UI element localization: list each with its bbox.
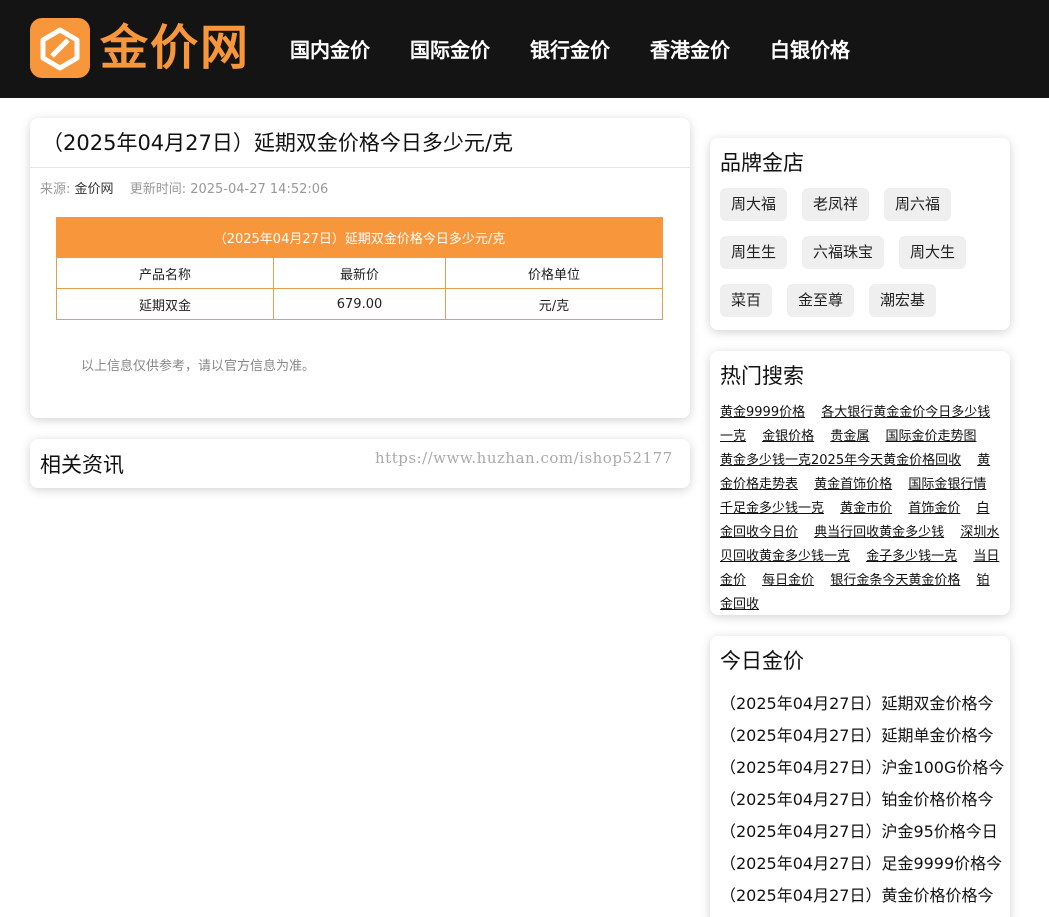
today-price-title: 今日金价	[720, 649, 804, 673]
nav-international-gold[interactable]: 国际金价	[410, 30, 490, 70]
list-item[interactable]: （2025年04月27日）延期单金价格今	[720, 720, 1005, 752]
list-item[interactable]: （2025年04月27日）足金9999价格今	[720, 848, 1005, 880]
source-value: 金价网	[74, 182, 114, 197]
site-logo-text[interactable]: 金价网	[100, 16, 250, 80]
hot-search-links: 黄金9999价格 各大银行黄金金价今日多少钱一克 金银价格 贵金属 国际金价走势…	[720, 401, 1000, 617]
nav-bank-gold[interactable]: 银行金价	[530, 30, 610, 70]
brand-tag[interactable]: 菜百	[720, 284, 773, 317]
site-header: 金价网 国内金价 国际金价 银行金价 香港金价 白银价格	[0, 0, 1049, 98]
disclaimer-text: 以上信息仅供参考，请以官方信息为准。	[81, 359, 316, 374]
source-label: 来源:	[40, 182, 71, 197]
list-item[interactable]: （2025年04月27日）延期双金价格今	[720, 688, 1005, 720]
brand-tag[interactable]: 潮宏基	[869, 284, 937, 317]
cell-unit: 元/克	[445, 288, 663, 320]
brand-tag[interactable]: 老凤祥	[802, 188, 870, 221]
hot-search-link[interactable]: 金银价格	[762, 429, 814, 444]
header-latest-price: 最新价	[273, 257, 446, 289]
today-price-card: 今日金价 （2025年04月27日）延期双金价格今 （2025年04月27日）延…	[710, 636, 1010, 917]
hot-search-link[interactable]: 首饰金价	[908, 501, 960, 516]
hot-search-link[interactable]: 千足金多少钱一克	[720, 501, 824, 516]
hot-search-link[interactable]: 贵金属	[830, 429, 869, 444]
brand-tag[interactable]: 周生生	[720, 236, 788, 269]
article-meta: 来源: 金价网 更新时间: 2025-04-27 14:52:06	[40, 178, 328, 197]
related-news-title: 相关资讯	[40, 453, 124, 477]
list-item[interactable]: （2025年04月27日）沪金100G价格今	[720, 752, 1005, 784]
table-caption: （2025年04月27日）延期双金价格今日多少元/克	[56, 217, 663, 258]
brand-tag[interactable]: 周大福	[720, 188, 788, 221]
hot-search-link[interactable]: 黄金首饰价格	[814, 477, 892, 492]
hot-search-link[interactable]: 黄金市价	[840, 501, 892, 516]
logo-icon[interactable]	[30, 18, 90, 78]
hot-search-link[interactable]: 每日金价	[762, 573, 814, 588]
brand-stores-title: 品牌金店	[720, 151, 804, 175]
list-item[interactable]: （2025年04月27日）沪金95价格今日	[720, 816, 1005, 848]
list-item[interactable]: （2025年04月27日）黄金价格价格今	[720, 880, 1005, 912]
today-price-list: （2025年04月27日）延期双金价格今 （2025年04月27日）延期单金价格…	[720, 688, 1005, 912]
hot-search-card: 热门搜索 黄金9999价格 各大银行黄金金价今日多少钱一克 金银价格 贵金属 国…	[710, 351, 1010, 615]
update-value: 2025-04-27 14:52:06	[190, 182, 329, 197]
update-label: 更新时间:	[129, 182, 187, 197]
hot-search-title: 热门搜索	[720, 364, 804, 388]
price-table: （2025年04月27日）延期双金价格今日多少元/克 产品名称 最新价 价格单位…	[56, 217, 663, 320]
nav-domestic-gold[interactable]: 国内金价	[290, 30, 370, 70]
hot-search-link[interactable]: 国际金价走势图	[885, 429, 976, 444]
nav-hongkong-gold[interactable]: 香港金价	[650, 30, 730, 70]
related-news-card: 相关资讯 https://www.huzhan.com/ishop52177	[30, 439, 690, 488]
watermark-text: https://www.huzhan.com/ishop52177	[375, 449, 673, 467]
article-card: （2025年04月27日）延期双金价格今日多少元/克 来源: 金价网 更新时间:…	[30, 118, 690, 418]
hot-search-link[interactable]: 银行金条今天黄金价格	[830, 573, 960, 588]
main-nav: 国内金价 国际金价 银行金价 香港金价 白银价格	[290, 30, 890, 70]
article-title: （2025年04月27日）延期双金价格今日多少元/克	[30, 118, 690, 168]
hot-search-link[interactable]: 金子多少钱一克	[866, 549, 957, 564]
table-header-row: 产品名称 最新价 价格单位	[56, 257, 663, 289]
cell-price: 679.00	[273, 288, 446, 320]
hot-search-link[interactable]: 国际金银行情	[908, 477, 986, 492]
hot-search-link[interactable]: 黄金9999价格	[720, 405, 805, 420]
list-item[interactable]: （2025年04月27日）铂金价格价格今	[720, 784, 1005, 816]
header-unit: 价格单位	[445, 257, 663, 289]
cell-product: 延期双金	[56, 288, 274, 320]
hot-search-link[interactable]: 典当行回收黄金多少钱	[814, 525, 944, 540]
table-caption-row: （2025年04月27日）延期双金价格今日多少元/克	[56, 217, 663, 258]
brand-tag-list: 周大福 老凤祥 周六福 周生生 六福珠宝 周大生 菜百 金至尊 潮宏基	[720, 188, 1005, 332]
header-product: 产品名称	[56, 257, 274, 289]
brand-tag[interactable]: 周六福	[884, 188, 952, 221]
brand-stores-card: 品牌金店 周大福 老凤祥 周六福 周生生 六福珠宝 周大生 菜百 金至尊 潮宏基	[710, 138, 1010, 330]
brand-tag[interactable]: 六福珠宝	[802, 236, 885, 269]
table-row: 延期双金 679.00 元/克	[56, 288, 663, 320]
nav-silver-price[interactable]: 白银价格	[770, 30, 850, 70]
brand-tag[interactable]: 周大生	[899, 236, 967, 269]
hot-search-link[interactable]: 黄金多少钱一克2025年今天黄金价格回收	[720, 453, 961, 468]
brand-tag[interactable]: 金至尊	[787, 284, 855, 317]
